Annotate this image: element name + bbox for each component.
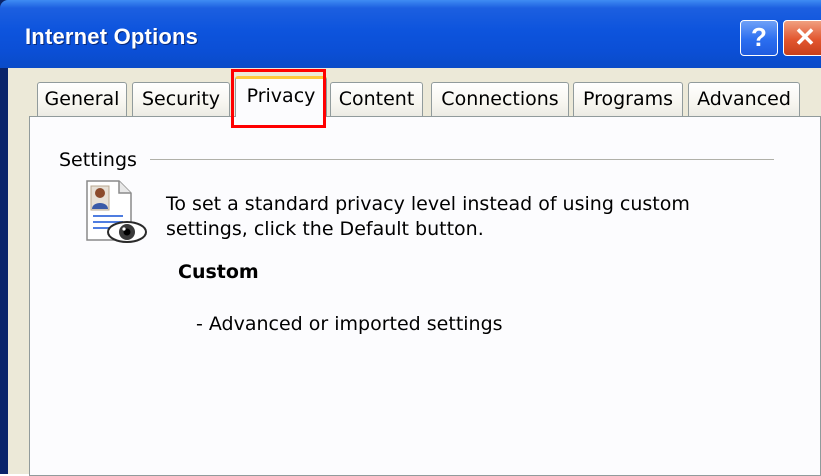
privacy-panel: Settings To set a standard privacy level… (29, 116, 821, 476)
privacy-document-eye-icon (86, 180, 147, 243)
tab-general[interactable]: General (37, 82, 127, 116)
internet-options-window: Internet Options ? ✕ General Security Pr… (0, 0, 821, 476)
privacy-level-name: Custom (178, 261, 259, 283)
window-title: Internet Options (25, 24, 199, 49)
tab-connections[interactable]: Connections (431, 82, 569, 116)
settings-group-label: Settings (59, 149, 143, 171)
privacy-level-detail: - Advanced or imported settings (196, 313, 503, 335)
settings-group-divider (150, 159, 774, 160)
help-button[interactable]: ? (740, 20, 778, 56)
dialog-body: General Security Privacy Content Connect… (8, 68, 821, 476)
tab-advanced[interactable]: Advanced (688, 82, 800, 116)
tab-content[interactable]: Content (330, 82, 423, 116)
privacy-description: To set a standard privacy level instead … (166, 193, 690, 240)
privacy-tab-highlight (231, 69, 326, 128)
tab-programs[interactable]: Programs (573, 82, 683, 116)
close-button[interactable]: ✕ (783, 20, 821, 56)
title-bar[interactable]: Internet Options ? ✕ (0, 0, 821, 68)
tab-security[interactable]: Security (132, 82, 230, 116)
